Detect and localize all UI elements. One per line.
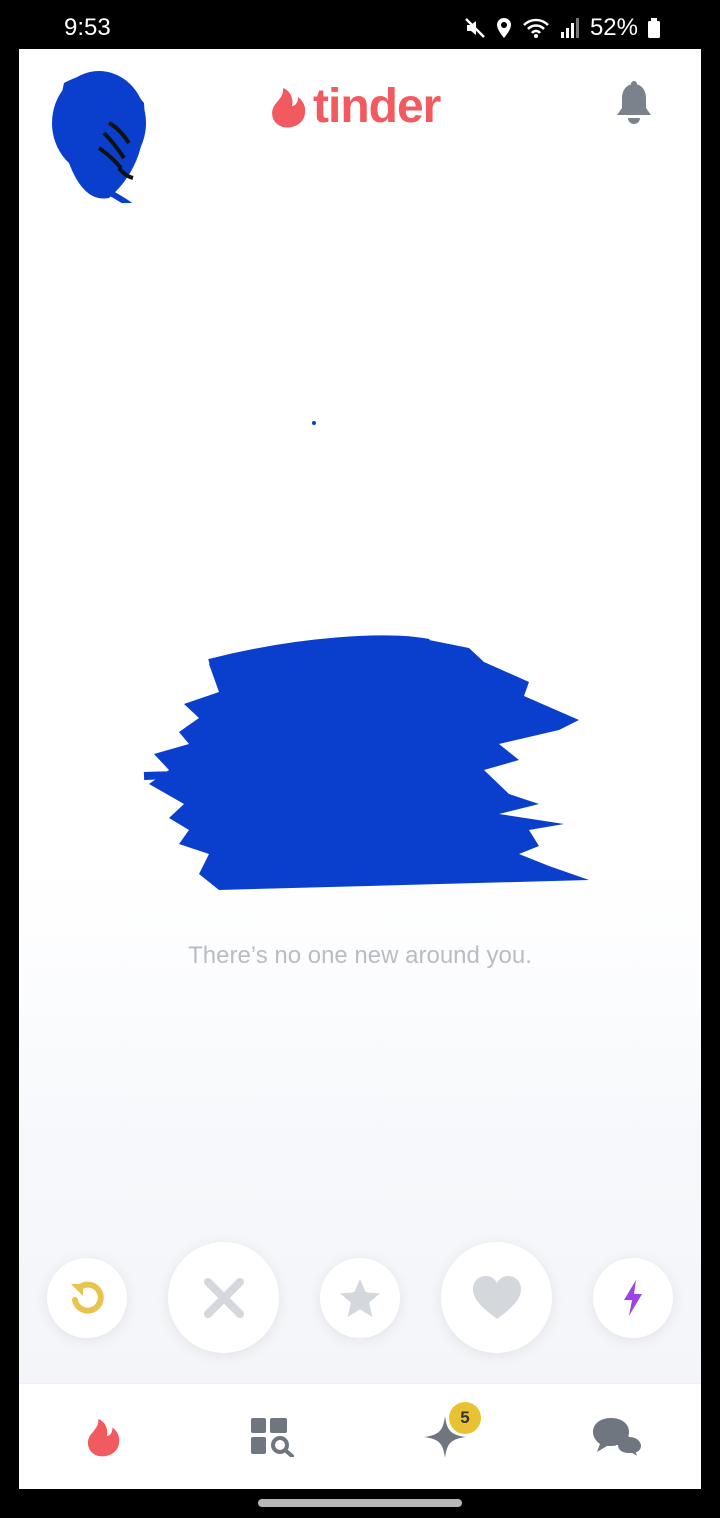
battery-icon: [648, 18, 660, 38]
explore-icon: [251, 1418, 294, 1457]
gold-badge: 5: [449, 1402, 481, 1434]
mute-icon: [465, 18, 485, 38]
heart-icon: [472, 1275, 521, 1319]
nav-home[interactable]: [43, 1384, 163, 1489]
rewind-icon: [71, 1281, 104, 1314]
bell-icon: [617, 81, 651, 124]
wifi-icon: [523, 18, 549, 38]
status-bar: 9:53 52%: [0, 0, 720, 48]
nav-gold[interactable]: 5: [385, 1384, 505, 1489]
flame-icon: [87, 1419, 120, 1457]
avatar-redaction-scribble: [52, 71, 146, 211]
home-indicator[interactable]: [258, 1499, 462, 1507]
nope-button[interactable]: [168, 1242, 279, 1353]
super-like-button[interactable]: [320, 1258, 400, 1338]
signal-icon: [560, 18, 579, 38]
content-redaction-scribble: [143, 635, 589, 890]
bottom-nav: 5: [19, 1383, 701, 1489]
status-icons: 52%: [464, 14, 660, 42]
bolt-icon: [624, 1280, 642, 1316]
tinder-logo: tinder: [269, 79, 441, 134]
flame-logo-icon: [272, 87, 306, 127]
empty-state-message: There’s no one new around you.: [188, 942, 532, 969]
boost-button[interactable]: [593, 1258, 673, 1338]
like-button[interactable]: [441, 1242, 552, 1353]
profile-avatar[interactable]: [49, 63, 149, 211]
status-time: 9:53: [64, 14, 111, 41]
chat-icon: [593, 1418, 643, 1458]
app-screen: tinder There’s no one new around you. 5: [19, 49, 701, 1489]
nav-messages[interactable]: [557, 1384, 677, 1489]
rewind-button[interactable]: [47, 1258, 127, 1338]
notifications-button[interactable]: [615, 81, 653, 130]
stray-dot: [312, 421, 316, 425]
battery-percent: 52%: [589, 14, 638, 41]
nav-explore[interactable]: [213, 1384, 333, 1489]
x-icon: [203, 1277, 244, 1318]
brand-name: tinder: [313, 80, 441, 133]
star-icon: [340, 1279, 380, 1317]
location-icon: [496, 18, 511, 38]
